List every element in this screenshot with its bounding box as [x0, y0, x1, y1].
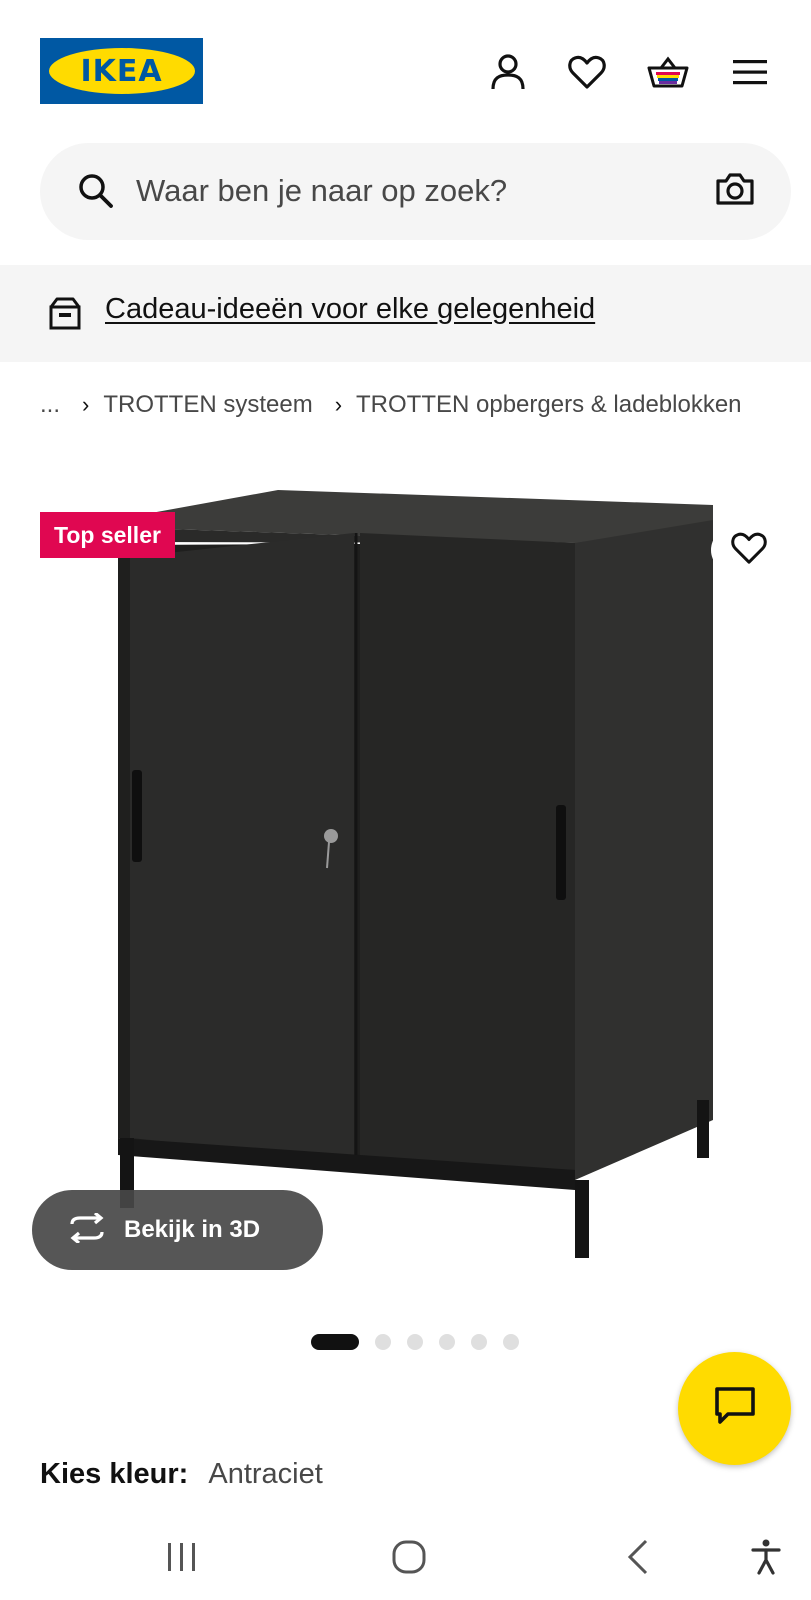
breadcrumb: ... › TROTTEN systeem › TROTTEN opberger… [40, 388, 742, 422]
color-label: Kies kleur: [40, 1458, 189, 1490]
carousel-dot[interactable] [407, 1334, 423, 1350]
search-input[interactable] [136, 169, 696, 213]
breadcrumb-ellipsis[interactable]: ... [40, 391, 60, 419]
favorite-button[interactable] [711, 527, 791, 573]
back-icon[interactable] [608, 1532, 668, 1582]
carousel-dot[interactable] [471, 1334, 487, 1350]
gift-ideas-banner: Cadeau-ideeën voor elke gelegenheid [0, 265, 811, 362]
logo-text: IKEA [80, 53, 163, 89]
menu-icon[interactable] [728, 50, 772, 94]
heart-icon [731, 531, 767, 570]
view-in-3d-button[interactable]: Bekijk in 3D [32, 1190, 323, 1270]
chat-button[interactable] [678, 1352, 791, 1465]
chevron-right-icon: › [334, 392, 343, 417]
accessibility-icon[interactable] [736, 1532, 796, 1582]
carousel-dot-active[interactable] [311, 1334, 359, 1350]
chevron-right-icon: › [82, 392, 90, 417]
system-navigation-bar [0, 1510, 811, 1600]
carousel-dot[interactable] [503, 1334, 519, 1350]
color-selector[interactable]: Kies kleur: Antraciet [40, 1458, 323, 1491]
heart-icon[interactable] [565, 50, 609, 94]
breadcrumb-item-trotten-system[interactable]: TROTTEN systeem [103, 391, 312, 419]
carousel-indicator [311, 1333, 535, 1351]
gift-box-icon [47, 295, 83, 336]
user-icon[interactable] [486, 50, 530, 94]
carousel-dot[interactable] [375, 1334, 391, 1350]
camera-icon[interactable] [715, 171, 755, 212]
gift-ideas-link[interactable]: Cadeau-ideeën voor elke gelegenheid [105, 293, 595, 326]
color-value: Antraciet [208, 1458, 323, 1490]
view-in-3d-label: Bekijk in 3D [124, 1216, 261, 1243]
breadcrumb-item-trotten-storage[interactable]: TROTTEN opbergers & ladeblokken [356, 391, 742, 419]
top-seller-badge: Top seller [40, 512, 175, 558]
product-image [118, 490, 713, 1258]
home-icon[interactable] [379, 1532, 439, 1582]
chat-bubble-icon [714, 1386, 756, 1431]
product-image-carousel[interactable] [0, 470, 811, 1300]
rotate-3d-icon [66, 1211, 108, 1248]
header: IKEA [0, 0, 811, 140]
recent-apps-icon[interactable] [152, 1532, 212, 1582]
search-bar [40, 143, 791, 240]
search-icon [78, 173, 114, 214]
logo-oval: IKEA [48, 48, 195, 94]
basket-icon[interactable] [646, 50, 690, 94]
carousel-dot[interactable] [439, 1334, 455, 1350]
ikea-logo[interactable]: IKEA [40, 38, 203, 104]
